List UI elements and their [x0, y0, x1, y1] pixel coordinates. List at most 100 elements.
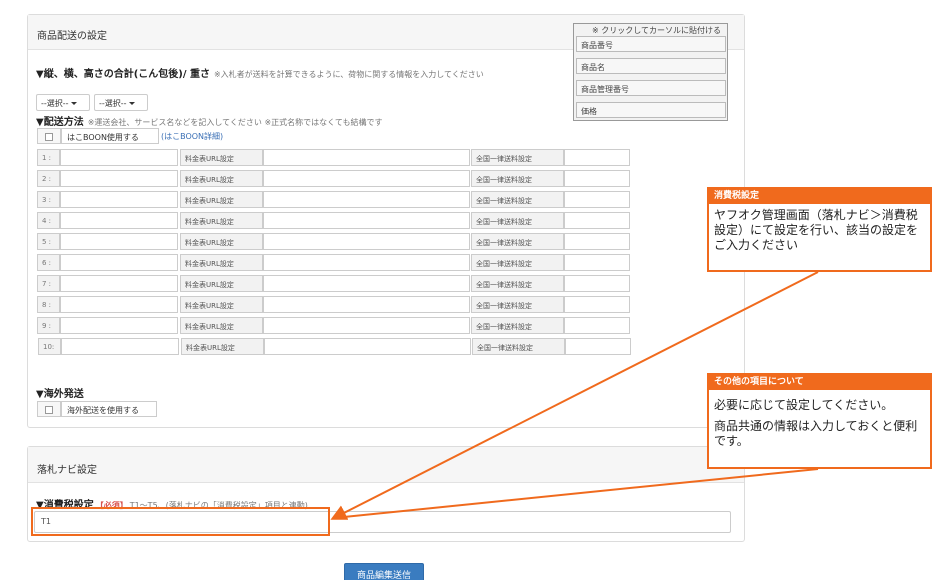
shipping-method-row: 9 : 料金表URL設定 全国一律送料設定: [37, 317, 637, 334]
flat-rate-label: 全国一律送料設定: [471, 317, 564, 334]
insert-item-management-number[interactable]: 商品管理番号: [576, 80, 726, 96]
tax-highlight-frame: [31, 507, 330, 536]
flat-rate-input[interactable]: [564, 254, 630, 271]
row-number: 10:: [38, 338, 61, 355]
carrier-name-input[interactable]: [60, 317, 178, 334]
hakoboon-detail-link[interactable]: (はこBOON詳細): [161, 131, 223, 142]
carrier-name-input[interactable]: [60, 212, 178, 229]
fee-url-label: 料金表URL設定: [180, 191, 263, 208]
checkbox-square-icon: [45, 133, 53, 141]
fee-url-label: 料金表URL設定: [180, 254, 263, 271]
shipping-method-row: 7 : 料金表URL設定 全国一律送料設定: [37, 275, 637, 292]
flat-rate-label: 全国一律送料設定: [471, 212, 564, 229]
flat-rate-input[interactable]: [564, 233, 630, 250]
carrier-name-input[interactable]: [60, 170, 178, 187]
flat-rate-input[interactable]: [564, 275, 630, 292]
row-number: 8 :: [37, 296, 60, 313]
overseas-checkbox[interactable]: [37, 401, 61, 417]
other-callout-body2: 商品共通の情報は入力しておくと便利です。: [714, 419, 918, 448]
insert-item-product-name[interactable]: 商品名: [576, 58, 726, 74]
fee-url-label: 料金表URL設定: [180, 149, 263, 166]
flat-rate-label: 全国一律送料設定: [472, 338, 565, 355]
flat-rate-input[interactable]: [564, 317, 630, 334]
fee-url-label: 料金表URL設定: [180, 170, 263, 187]
flat-rate-label: 全国一律送料設定: [471, 233, 564, 250]
row-number: 7 :: [37, 275, 60, 292]
carrier-name-input[interactable]: [60, 296, 178, 313]
row-number: 4 :: [37, 212, 60, 229]
shipping-method-row: 8 : 料金表URL設定 全国一律送料設定: [37, 296, 637, 313]
other-items-callout: その他の項目について 必要に応じて設定してください。 商品共通の情報は入力してお…: [707, 373, 932, 469]
flat-rate-label: 全国一律送料設定: [471, 254, 564, 271]
flat-rate-label: 全国一律送料設定: [471, 149, 564, 166]
carrier-name-input[interactable]: [61, 338, 179, 355]
fee-url-label: 料金表URL設定: [180, 212, 263, 229]
fee-url-input[interactable]: [263, 191, 470, 208]
flat-rate-label: 全国一律送料設定: [471, 170, 564, 187]
insert-item-price[interactable]: 価格: [576, 102, 726, 118]
shipping-method-row: 10: 料金表URL設定 全国一律送料設定: [38, 338, 638, 355]
checkbox-square-icon: [45, 406, 53, 414]
flat-rate-input[interactable]: [564, 191, 630, 208]
shipping-method-heading: ▼配送方法 ※運送会社、サービス名などを記入してください ※正式名称ではなくても結…: [36, 117, 383, 128]
flat-rate-input[interactable]: [564, 170, 630, 187]
fee-url-input[interactable]: [263, 254, 470, 271]
fee-url-input[interactable]: [263, 149, 470, 166]
carrier-name-input[interactable]: [60, 149, 178, 166]
carrier-name-input[interactable]: [60, 233, 178, 250]
row-number: 2 :: [37, 170, 60, 187]
tax-callout-title: 消費税設定: [709, 189, 930, 204]
row-number: 9 :: [37, 317, 60, 334]
flat-rate-label: 全国一律送料設定: [471, 296, 564, 313]
tax-callout: 消費税設定 ヤフオク管理画面（落札ナビ＞消費税設定）にて設定を行い、該当の設定を…: [707, 187, 932, 272]
flat-rate-input[interactable]: [564, 296, 630, 313]
carrier-name-input[interactable]: [60, 191, 178, 208]
fee-url-label: 料金表URL設定: [180, 233, 263, 250]
row-number: 3 :: [37, 191, 60, 208]
weight-select[interactable]: --選択--: [94, 94, 148, 111]
row-number: 5 :: [37, 233, 60, 250]
hakoboon-label: はこBOON使用する: [61, 128, 159, 144]
insert-field-box: ※ クリックしてカーソルに貼付ける 商品番号 商品名 商品管理番号 価格: [573, 23, 728, 121]
flat-rate-label: 全国一律送料設定: [471, 275, 564, 292]
carrier-name-input[interactable]: [60, 275, 178, 292]
overseas-label: 海外配送を使用する: [61, 401, 157, 417]
other-callout-body1: 必要に応じて設定してください。: [714, 398, 894, 412]
fee-url-input[interactable]: [263, 233, 470, 250]
flat-rate-input[interactable]: [565, 338, 631, 355]
flat-rate-label: 全国一律送料設定: [471, 191, 564, 208]
fee-url-label: 料金表URL設定: [180, 296, 263, 313]
size-weight-heading: ▼縦、横、高さの合計(こん包後)/ 重さ ※入札者が送料を計算できるように、荷物に…: [36, 69, 484, 80]
shipping-method-row: 1 : 料金表URL設定 全国一律送料設定: [37, 149, 637, 166]
shipping-method-note: ※運送会社、サービス名などを記入してください ※正式名称ではなくても結構です: [87, 118, 383, 127]
carrier-name-input[interactable]: [60, 254, 178, 271]
flat-rate-input[interactable]: [564, 212, 630, 229]
submit-edit-button[interactable]: 商品編集送信: [344, 563, 424, 580]
fee-url-input[interactable]: [263, 317, 470, 334]
shipping-method-row: 4 : 料金表URL設定 全国一律送料設定: [37, 212, 637, 229]
fee-url-input[interactable]: [263, 212, 470, 229]
insert-box-header: ※ クリックしてカーソルに貼付ける: [591, 26, 721, 35]
insert-item-product-number[interactable]: 商品番号: [576, 36, 726, 52]
shipping-method-row: 3 : 料金表URL設定 全国一律送料設定: [37, 191, 637, 208]
size-select[interactable]: --選択--: [36, 94, 90, 111]
fee-url-label: 料金表URL設定: [180, 275, 263, 292]
overseas-heading: ▼海外発送: [36, 389, 84, 400]
fee-url-input[interactable]: [264, 338, 471, 355]
row-number: 1 :: [37, 149, 60, 166]
shipping-method-row: 6 : 料金表URL設定 全国一律送料設定: [37, 254, 637, 271]
flat-rate-input[interactable]: [564, 149, 630, 166]
shipping-method-row: 5 : 料金表URL設定 全国一律送料設定: [37, 233, 637, 250]
fee-url-label: 料金表URL設定: [181, 338, 264, 355]
size-weight-note: ※入札者が送料を計算できるように、荷物に関する情報を入力してください: [213, 70, 484, 79]
fee-url-input[interactable]: [263, 170, 470, 187]
hakoboon-checkbox[interactable]: [37, 128, 61, 144]
other-callout-title: その他の項目について: [709, 375, 930, 390]
chevron-down-icon: [70, 102, 77, 105]
navi-panel-title: 落札ナビ設定: [28, 447, 744, 483]
fee-url-input[interactable]: [263, 296, 470, 313]
chevron-down-icon: [128, 102, 135, 105]
fee-url-input[interactable]: [263, 275, 470, 292]
fee-url-label: 料金表URL設定: [180, 317, 263, 334]
row-number: 6 :: [37, 254, 60, 271]
